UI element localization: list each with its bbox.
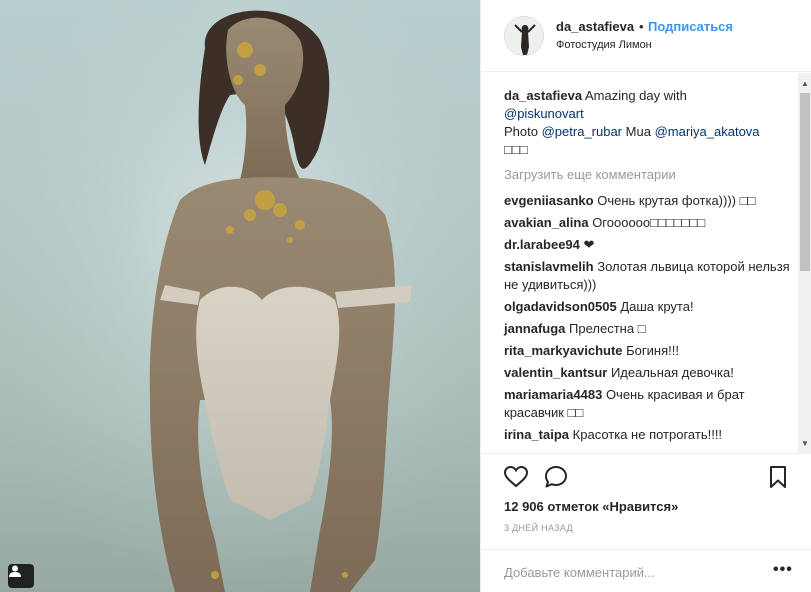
- user-tag-button[interactable]: [8, 564, 34, 588]
- comment-item: valentin_kantsur Идеальная девочка!: [504, 364, 794, 382]
- load-more-comments-button[interactable]: Загрузить еще комментарии: [504, 166, 794, 184]
- comment-text: Прелестна □: [569, 321, 646, 336]
- caption-emojis: □□□: [504, 142, 528, 157]
- comment-username[interactable]: mariamaria4483: [504, 387, 602, 402]
- more-options-button[interactable]: •••: [773, 562, 793, 578]
- caption-username[interactable]: da_astafieva: [504, 88, 582, 103]
- comment-bubble-icon: [545, 466, 567, 488]
- avatar[interactable]: [504, 16, 544, 56]
- header-username[interactable]: da_astafieva: [556, 19, 634, 34]
- comment-item: evgeniiasanko Очень крутая фотка)))) □□: [504, 192, 794, 210]
- location-link[interactable]: Фотостудия Лимон: [556, 39, 652, 51]
- comment-item: dr.larabee94 ❤: [504, 236, 794, 254]
- scroll-down-arrow-icon[interactable]: ▼: [798, 437, 811, 451]
- comment-text: Богиня!!!: [626, 343, 679, 358]
- comment-username[interactable]: rita_markyavichute: [504, 343, 623, 358]
- comment-item: stanislavmelih Золотая львица которой не…: [504, 258, 794, 294]
- comment-item: rita_markyavichute Богиня!!!: [504, 342, 794, 360]
- save-button[interactable]: [765, 464, 791, 490]
- comment-username[interactable]: olgadavidson0505: [504, 299, 617, 314]
- follow-button[interactable]: Подписаться: [648, 19, 733, 34]
- comment-text: Идеальная девочка!: [610, 365, 734, 380]
- comment-username[interactable]: avakian_alina: [504, 215, 589, 230]
- bookmark-icon: [770, 466, 786, 488]
- comments-list[interactable]: da_astafieva Amazing day with @piskunova…: [481, 73, 811, 453]
- photo-illustration: [0, 0, 480, 592]
- caption-photo-label: Photo: [504, 124, 538, 139]
- comment-button[interactable]: [543, 464, 569, 490]
- scroll-thumb[interactable]: [800, 93, 810, 271]
- like-button[interactable]: [503, 464, 529, 490]
- header-separator: •: [639, 19, 644, 34]
- comment-text: ❤: [583, 237, 595, 252]
- heart-icon: [503, 465, 529, 488]
- comments-scrollbar[interactable]: ▲ ▼: [798, 73, 811, 453]
- add-comment-bar: •••: [481, 549, 811, 592]
- post-actions: 12 906 отметок «Нравится» 3 ДНЕЙ НАЗАД: [481, 453, 811, 549]
- comment-username[interactable]: dr.larabee94: [504, 237, 580, 252]
- post-photo[interactable]: [0, 0, 480, 592]
- comment-item: mariamaria4483 Очень красивая и брат кра…: [504, 386, 794, 422]
- post-caption: da_astafieva Amazing day with @piskunova…: [504, 87, 794, 159]
- comment-username[interactable]: irina_taipa: [504, 427, 569, 442]
- post-sidebar: da_astafieva • Подписаться Фотостудия Ли…: [480, 0, 811, 592]
- comment-username[interactable]: stanislavmelih: [504, 259, 594, 274]
- comment-text: Огоооооо□□□□□□□: [592, 215, 706, 230]
- comment-item: olgadavidson0505 Даша крута!: [504, 298, 794, 316]
- caption-text: Amazing day with: [584, 88, 687, 103]
- comment-text: Очень крутая фотка)))) □□: [597, 193, 756, 208]
- post-timestamp: 3 ДНЕЙ НАЗАД: [504, 523, 573, 533]
- comment-input[interactable]: [504, 562, 754, 582]
- like-count[interactable]: 12 906 отметок «Нравится»: [504, 499, 678, 514]
- comment-item: avakian_alina Огоооооо□□□□□□□: [504, 214, 794, 232]
- comment-item: jannafuga Прелестна □: [504, 320, 794, 338]
- caption-mention[interactable]: @mariya_akatova: [655, 124, 760, 139]
- avatar-image: [505, 17, 543, 55]
- post-header: da_astafieva • Подписаться Фотостудия Ли…: [481, 0, 811, 72]
- scroll-up-arrow-icon[interactable]: ▲: [798, 77, 811, 91]
- comment-username[interactable]: jannafuga: [504, 321, 565, 336]
- comment-username[interactable]: valentin_kantsur: [504, 365, 607, 380]
- comment-item: irina_taipa Красотка не потрогать!!!!: [504, 426, 794, 444]
- comment-text: Красотка не потрогать!!!!: [572, 427, 723, 442]
- user-tag-icon: [9, 565, 21, 577]
- caption-mention[interactable]: @petra_rubar: [542, 124, 622, 139]
- caption-mua-label: Mua: [625, 124, 651, 139]
- caption-mention[interactable]: @piskunovart: [504, 106, 584, 121]
- comment-username[interactable]: evgeniiasanko: [504, 193, 594, 208]
- comment-text: Даша крута!: [620, 299, 694, 314]
